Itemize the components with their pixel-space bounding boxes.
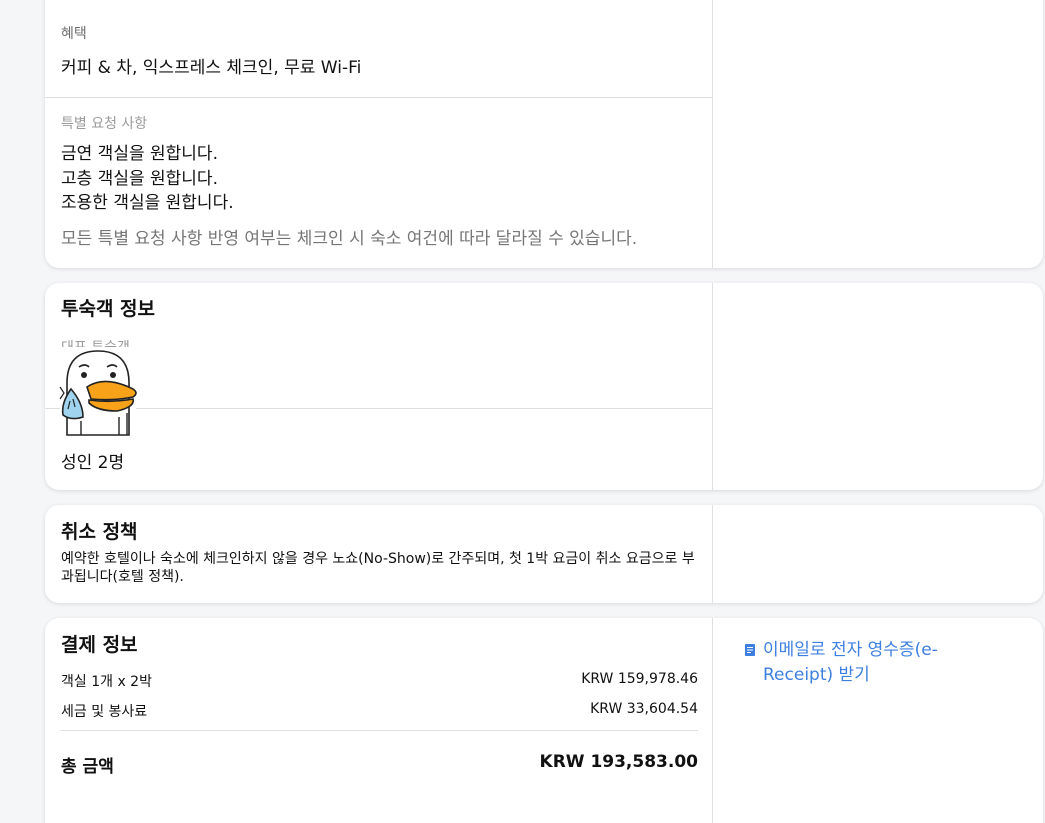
section-divider	[45, 97, 713, 98]
special-requests-list: 금연 객실을 원합니다. 고층 객실을 원합니다. 조용한 객실을 원합니다.	[61, 142, 234, 216]
special-request-item: 금연 객실을 원합니다.	[61, 144, 218, 164]
payment-row: 객실 1개 x 2박 KRW 159,978.46	[61, 671, 698, 691]
payment-info-card: 결제 정보 객실 1개 x 2박 KRW 159,978.46 세금 및 봉사료…	[45, 618, 1043, 823]
duck-character-sticker-icon	[59, 347, 137, 439]
cancel-policy-card: 취소 정책 예약한 호텔이나 숙소에 체크인하지 않을 경우 노쇼(No-Sho…	[45, 505, 1043, 603]
booking-details-card: 혜택 커피 & 차, 익스프레스 체크인, 무료 Wi-Fi 특별 요청 사항 …	[45, 0, 1043, 268]
payment-row-amount: KRW 33,604.54	[590, 701, 698, 717]
payment-divider	[61, 730, 698, 731]
receipt-icon	[745, 644, 755, 656]
payment-total-row: 총 금액 KRW 193,583.00	[61, 752, 698, 777]
cancel-policy-text: 예약한 호텔이나 숙소에 체크인하지 않을 경우 노쇼(No-Show)로 간주…	[61, 551, 695, 585]
guest-count-value: 성인 2명	[61, 453, 125, 473]
payment-info-side: 이메일로 전자 영수증(e-Receipt) 받기	[714, 618, 1043, 823]
cancel-policy-side	[714, 505, 1043, 603]
email-receipt-label[interactable]: 이메일로 전자 영수증(e-Receipt) 받기	[744, 638, 964, 688]
payment-row-label: 객실 1개 x 2박	[61, 674, 152, 690]
booking-details-side	[714, 0, 1043, 268]
payment-total-amount: KRW 193,583.00	[539, 752, 698, 772]
email-receipt-link[interactable]: 이메일로 전자 영수증(e-Receipt) 받기	[744, 638, 964, 688]
payment-row-label: 세금 및 봉사료	[61, 704, 148, 720]
benefits-value: 커피 & 차, 익스프레스 체크인, 무료 Wi-Fi	[61, 58, 362, 78]
payment-row: 세금 및 봉사료 KRW 33,604.54	[61, 701, 698, 721]
cancel-policy-main: 취소 정책 예약한 호텔이나 숙소에 체크인하지 않을 경우 노쇼(No-Sho…	[45, 505, 713, 603]
guest-info-title: 투숙객 정보	[61, 298, 156, 320]
guest-info-side	[714, 283, 1043, 490]
special-request-item: 고층 객실을 원합니다.	[61, 168, 218, 189]
payment-info-title: 결제 정보	[61, 634, 138, 656]
payment-row-amount: KRW 159,978.46	[581, 671, 698, 687]
guest-info-main: 투숙객 정보 대표 투숙객 총 투숙 인원 성인 2명	[45, 283, 713, 490]
special-requests-note: 모든 특별 요청 사항 반영 여부는 체크인 시 숙소 여건에 따라 달라질 수…	[61, 229, 638, 249]
special-requests-label: 특별 요청 사항	[61, 116, 148, 132]
payment-total-label: 총 금액	[61, 757, 114, 777]
payment-info-main: 결제 정보 객실 1개 x 2박 KRW 159,978.46 세금 및 봉사료…	[45, 618, 713, 823]
booking-details-main: 혜택 커피 & 차, 익스프레스 체크인, 무료 Wi-Fi 특별 요청 사항 …	[45, 0, 713, 268]
guest-info-card: 투숙객 정보 대표 투숙객 총 투숙 인원 성인 2명	[45, 283, 1043, 490]
benefits-label: 혜택	[61, 26, 87, 42]
cancel-policy-title: 취소 정책	[61, 521, 138, 543]
section-divider	[45, 408, 713, 409]
special-request-item: 조용한 객실을 원합니다.	[61, 193, 234, 213]
